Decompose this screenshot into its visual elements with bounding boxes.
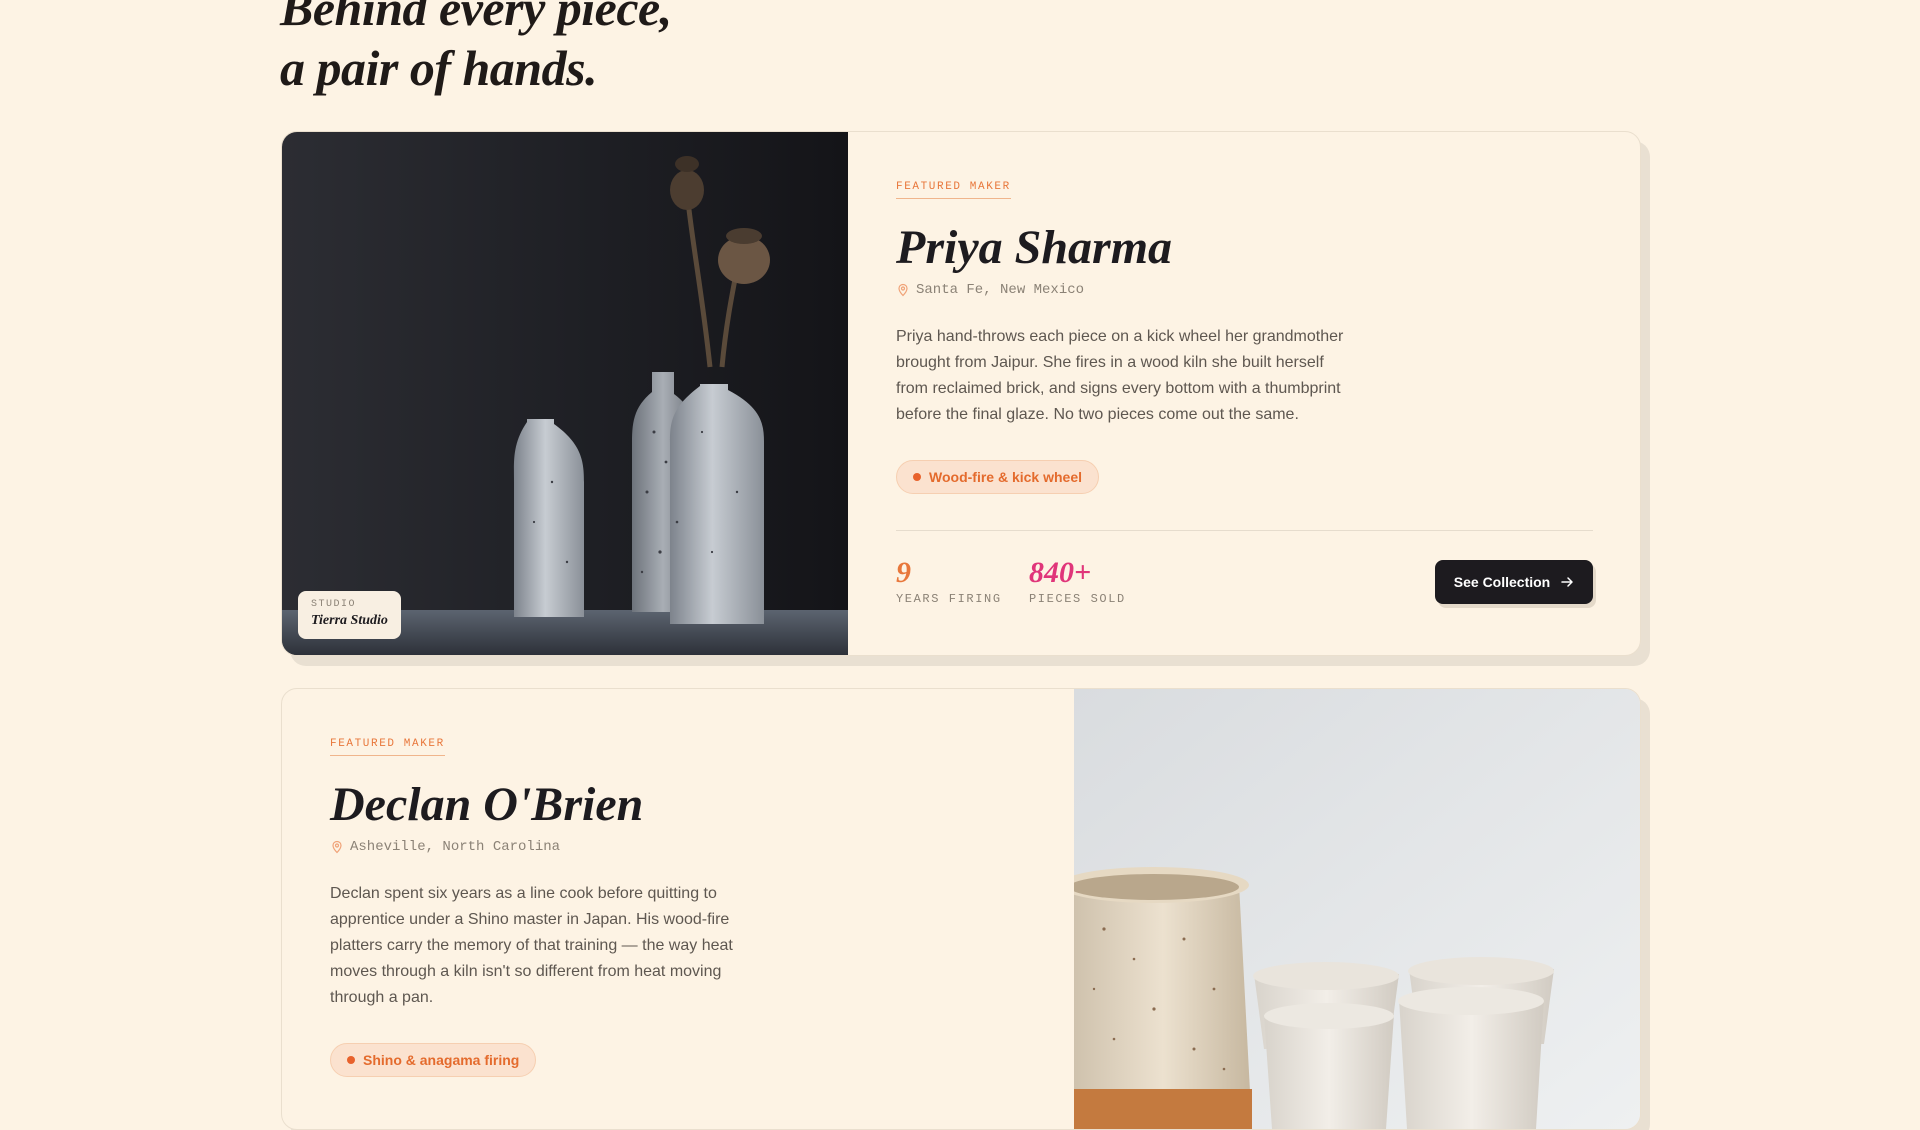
- maker-photo-cups: [1074, 689, 1640, 1129]
- technique-tag: Wood-fire & kick wheel: [896, 460, 1099, 494]
- featured-maker-eyebrow: FEATURED MAKER: [330, 738, 445, 756]
- map-pin-icon: [898, 283, 908, 297]
- page-headline: Behind every piece, a pair of hands.: [280, 0, 672, 98]
- technique-tag-label: Wood-fire & kick wheel: [929, 469, 1082, 485]
- headline-line-1: Behind every piece,: [280, 0, 672, 36]
- vases-image: [282, 132, 848, 655]
- featured-maker-eyebrow: FEATURED MAKER: [896, 181, 1011, 199]
- studio-label: STUDIO: [311, 599, 357, 610]
- tag-dot-icon: [913, 473, 921, 481]
- location-text: Asheville, North Carolina: [350, 839, 561, 855]
- maker-bio: Priya hand-throws each piece on a kick w…: [896, 328, 1344, 423]
- location-text: Santa Fe, New Mexico: [916, 282, 1085, 298]
- stat-pieces-sold: 840+ PIECES SOLD: [1029, 556, 1126, 606]
- studio-tag: STUDIO Tierra Studio: [298, 591, 401, 639]
- maker-location: Asheville, North Carolina: [330, 839, 560, 855]
- divider: [896, 530, 1593, 531]
- stat-label: PIECES SOLD: [1029, 592, 1126, 606]
- maker-bio: Declan spent six years as a line cook be…: [330, 885, 733, 1006]
- stat-value: 840+: [1029, 556, 1092, 589]
- maker-location: Santa Fe, New Mexico: [896, 282, 1084, 298]
- technique-tag: Shino & anagama firing: [330, 1043, 537, 1077]
- cups-image: [1074, 689, 1640, 1129]
- stat-years-firing: 9 YEARS FIRING: [896, 556, 1002, 606]
- maker-card-declan-obrien: FEATURED MAKER Declan O'Brien Asheville,…: [281, 688, 1641, 1130]
- arrow-right-icon: [1561, 577, 1573, 587]
- maker-card-priya-sharma: STUDIO Tierra Studio FEATURED MAKER Priy…: [281, 131, 1641, 656]
- maker-name: Priya Sharma: [896, 221, 1173, 274]
- stat-label: YEARS FIRING: [896, 592, 1002, 606]
- stat-value: 9: [896, 556, 911, 589]
- see-collection-button[interactable]: See Collection: [1435, 560, 1593, 604]
- maker-photo-vases: STUDIO Tierra Studio: [282, 132, 848, 655]
- tag-dot-icon: [347, 1056, 355, 1064]
- studio-name: Tierra Studio: [311, 613, 388, 628]
- technique-tag-label: Shino & anagama firing: [363, 1052, 520, 1068]
- map-pin-icon: [332, 840, 342, 854]
- maker-name: Declan O'Brien: [330, 778, 644, 831]
- headline-line-2: a pair of hands.: [280, 40, 598, 96]
- see-collection-label: See Collection: [1453, 574, 1551, 590]
